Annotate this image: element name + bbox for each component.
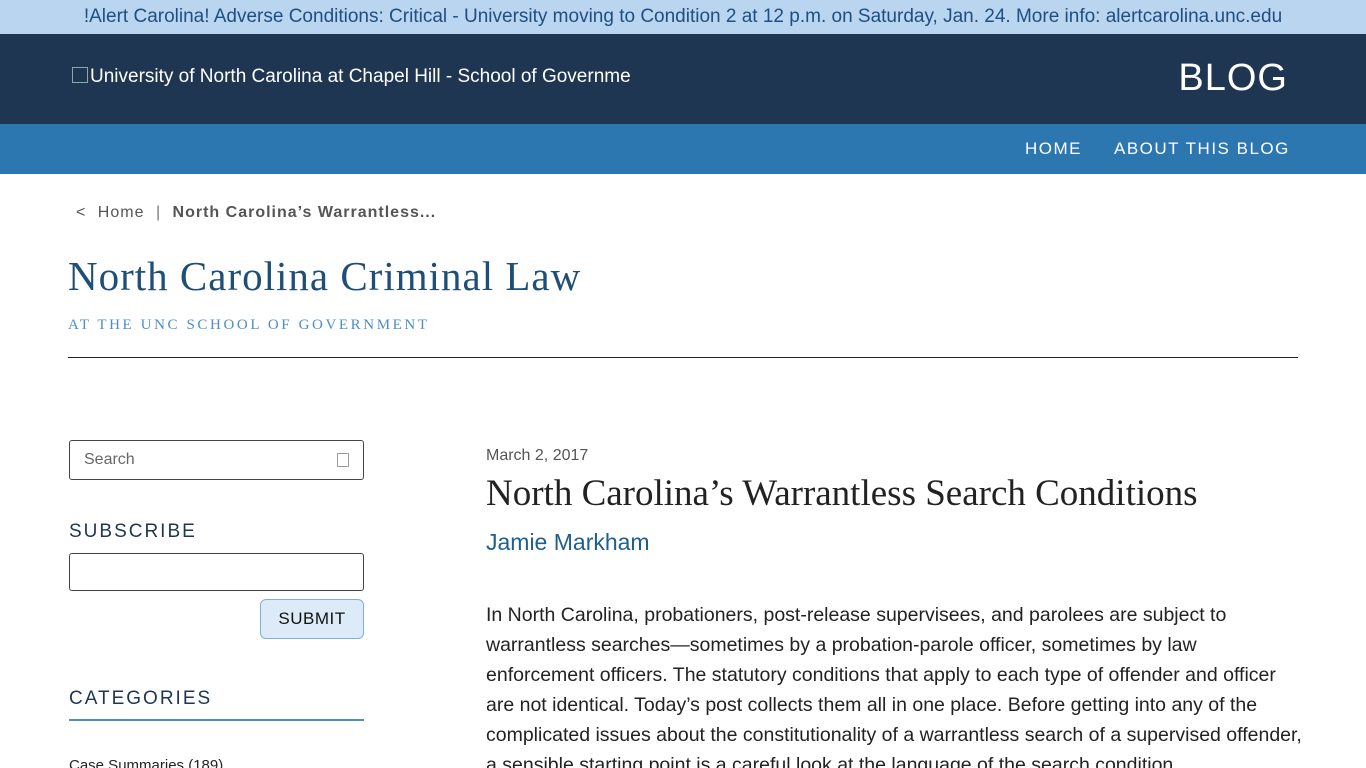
blog-subtitle: AT THE UNC SCHOOL OF GOVERNMENT: [68, 317, 430, 333]
breadcrumb-home-link[interactable]: Home: [98, 204, 145, 221]
subscribe-email-field[interactable]: [69, 553, 364, 591]
categories-heading: CATEGORIES: [69, 688, 213, 709]
categories-divider: [69, 719, 364, 721]
site-header: University of North Carolina at Chapel H…: [0, 34, 1366, 124]
alert-banner: !Alert Carolina! Adverse Conditions: Cri…: [0, 0, 1366, 34]
post-body: In North Carolina, probationers, post-re…: [486, 604, 1302, 768]
broken-image-icon: [72, 67, 88, 83]
blog-label: BLOG: [1178, 57, 1288, 99]
alert-text: !Alert Carolina! Adverse Conditions: Cri…: [83, 6, 1283, 27]
logo-alt-text: University of North Carolina at Chapel H…: [90, 66, 631, 87]
breadcrumb: < Home | North Carolina’s Warrantless...: [76, 204, 436, 222]
nav-home-link[interactable]: HOME: [1025, 124, 1082, 174]
blog-title[interactable]: North Carolina Criminal Law: [68, 252, 581, 300]
search-icon[interactable]: [337, 453, 349, 467]
subscribe-heading: SUBSCRIBE: [69, 521, 197, 542]
post-author-link[interactable]: Jamie Markham: [486, 529, 650, 556]
search-input[interactable]: [70, 441, 320, 479]
category-link[interactable]: Case Summaries (189): [69, 757, 223, 768]
breadcrumb-back-icon: <: [76, 204, 87, 221]
main-nav: HOME ABOUT THIS BLOG: [0, 124, 1366, 174]
nav-about-link[interactable]: ABOUT THIS BLOG: [1114, 124, 1290, 174]
post-title: North Carolina’s Warrantless Search Cond…: [486, 473, 1198, 514]
title-divider: [68, 357, 1298, 358]
site-logo[interactable]: University of North Carolina at Chapel H…: [72, 66, 662, 88]
breadcrumb-current: North Carolina’s Warrantless...: [172, 204, 437, 221]
breadcrumb-separator: |: [155, 204, 162, 221]
post-date: March 2, 2017: [486, 447, 589, 464]
submit-button[interactable]: SUBMIT: [260, 599, 364, 639]
search-box: [69, 440, 364, 480]
